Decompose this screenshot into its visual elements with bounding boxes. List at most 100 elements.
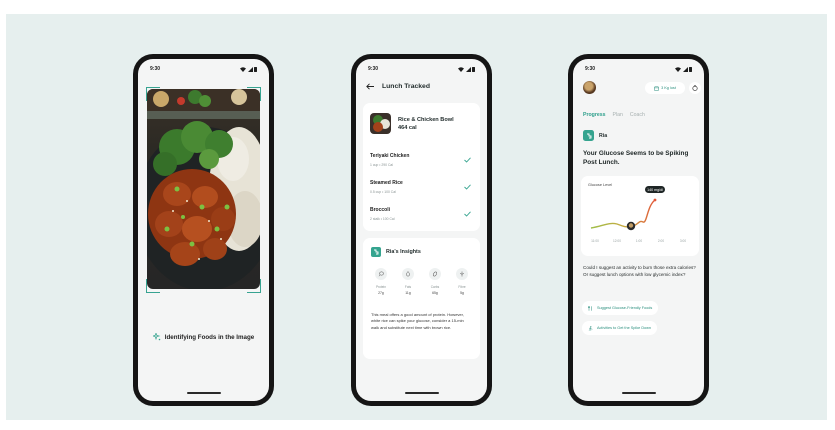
grain-icon [429,268,441,280]
tab-bar: Progress Plan Coach [583,112,645,118]
food-item-name: Teriyaki Chicken [370,153,410,159]
battery-icon [689,66,692,72]
wifi-icon [675,66,681,72]
presentation-background: 9:30 Identifying Foods in the Image 9:30… [6,14,827,420]
scan-status: Identifying Foods in the Image [138,333,269,341]
screen-food-scan: 9:30 Identifying Foods in the Image [138,59,269,401]
tab-plan[interactable]: Plan [613,112,623,118]
status-time: 9:30 [585,66,596,72]
food-item[interactable]: Steamed Rice 0.5 cup • 100 Cal [370,180,473,200]
suggest-foods-button[interactable]: Suggest Glucose-Friendly Foods [582,301,659,315]
activities-button[interactable]: Activities to Get the Spike Down [582,321,658,335]
tab-coach[interactable]: Coach [630,112,645,118]
scan-corner-bottom-right [247,279,261,293]
glucose-headline: Your Glucose Seems to be Spiking Post Lu… [583,150,689,166]
cutlery-icon [588,305,592,311]
battery-icon [254,66,257,72]
signal-icon [247,66,253,72]
ria-logo-icon [583,130,594,141]
wifi-icon [240,66,246,72]
check-icon [464,211,471,217]
chart-x-tick: 3:00 [680,239,686,243]
home-indicator[interactable] [621,391,656,394]
phone-lunch-tracked: 9:30 Lunch Tracked Rice & Chicken Bowl 4… [351,54,492,406]
phone-food-scan: 9:30 Identifying Foods in the Image [133,54,274,406]
home-indicator[interactable] [404,391,439,394]
macro-value: 11g [405,291,411,295]
chart-avatar-marker [626,221,636,231]
macro-label: Fats [404,285,412,289]
assistant-name: Ria [599,132,608,139]
meal-calories: 464 cal [398,125,417,131]
status-bar: 9:30 [150,65,257,73]
meal-card[interactable]: Rice & Chicken Bowl 464 cal Teriyaki Chi… [363,103,480,231]
status-time: 9:30 [150,66,161,72]
drop-icon [402,268,414,280]
insights-card: Ria's Insights Protein 27g Fats 11g Carb… [363,238,480,359]
scan-status-text: Identifying Foods in the Image [164,333,255,341]
page-title: Lunch Tracked [382,83,430,90]
food-item[interactable]: Broccoli 2 stalk • 100 Cal [370,207,473,227]
meal-name: Rice & Chicken Bowl [398,117,454,123]
macro-value: 27g [378,291,384,295]
signal-icon [465,66,471,72]
chart-x-tick: 2:00 [658,239,664,243]
status-time: 9:30 [368,66,379,72]
avatar[interactable] [583,81,596,94]
home-indicator[interactable] [186,391,221,394]
scan-corner-top-right [247,87,261,101]
timer-icon [692,85,698,91]
phone-progress: 9:30 3 Kg lost Progress Plan Coach Ria Y… [568,54,709,406]
leaf-icon [456,268,468,280]
running-icon [588,325,593,331]
assistant-row: Ria [583,130,607,141]
drumstick-icon [375,268,387,280]
weight-log-label: 3 Kg lost [661,86,676,90]
check-icon [464,184,471,190]
macro-value: 5g [460,291,464,295]
screen-progress: 9:30 3 Kg lost Progress Plan Coach Ria Y… [573,59,704,401]
header: Lunch Tracked [366,83,477,90]
status-icons [458,66,475,72]
back-arrow-icon[interactable] [366,83,374,90]
timer-button[interactable] [689,82,701,94]
screen-lunch-tracked: 9:30 Lunch Tracked Rice & Chicken Bowl 4… [356,59,487,401]
chart-tooltip: 140 mg/dl [645,186,665,193]
macro-label: Fibre [458,285,466,289]
chart-tooltip-text: 140 mg/dl [647,188,663,192]
chart-x-tick: 1:00 [636,239,642,243]
signal-icon [682,66,688,72]
macro-list: Protein 27g Fats 11g Carbs 65g Fibre 5g [369,268,474,295]
weight-log-button[interactable]: 3 Kg lost [645,82,685,94]
insights-title: Ria's Insights [386,249,421,255]
glucose-line [590,199,656,229]
food-item-meta: 0.5 cup • 100 Cal [370,190,396,194]
wifi-icon [458,66,464,72]
insights-header: Ria's Insights [371,247,421,257]
meal-thumbnail [370,113,391,134]
macro-label: Carbs [430,285,440,289]
check-icon [464,157,471,163]
calendar-icon [654,86,659,91]
food-item-name: Broccoli [370,207,391,213]
activities-label: Activities to Get the Spike Down [597,326,652,330]
tab-progress[interactable]: Progress [583,112,606,118]
macro-protein: Protein 27g [369,268,393,295]
macro-fats: Fats 11g [396,268,420,295]
macro-label: Protein [375,285,387,289]
sparkle-icon [152,333,161,341]
suggest-foods-label: Suggest Glucose-Friendly Foods [597,306,653,310]
chart-x-tick: 12:00 [613,239,621,243]
ria-logo-icon [371,247,381,257]
status-icons [240,66,257,72]
chart-x-tick: 11:00 [591,239,599,243]
status-bar: 9:30 [368,65,475,73]
food-item[interactable]: Teriyaki Chicken 1 cup • 290 Cal [370,153,473,173]
food-item-meta: 1 cup • 290 Cal [370,163,394,167]
battery-icon [472,66,475,72]
status-icons [675,66,692,72]
glucose-chart: 140 mg/dl 11:00 12:00 1:00 2:00 3:00 [590,186,686,243]
scan-corner-top-left [146,87,160,101]
macro-value: 65g [432,291,438,295]
insight-text: This meal offers a good amount of protei… [371,312,464,330]
